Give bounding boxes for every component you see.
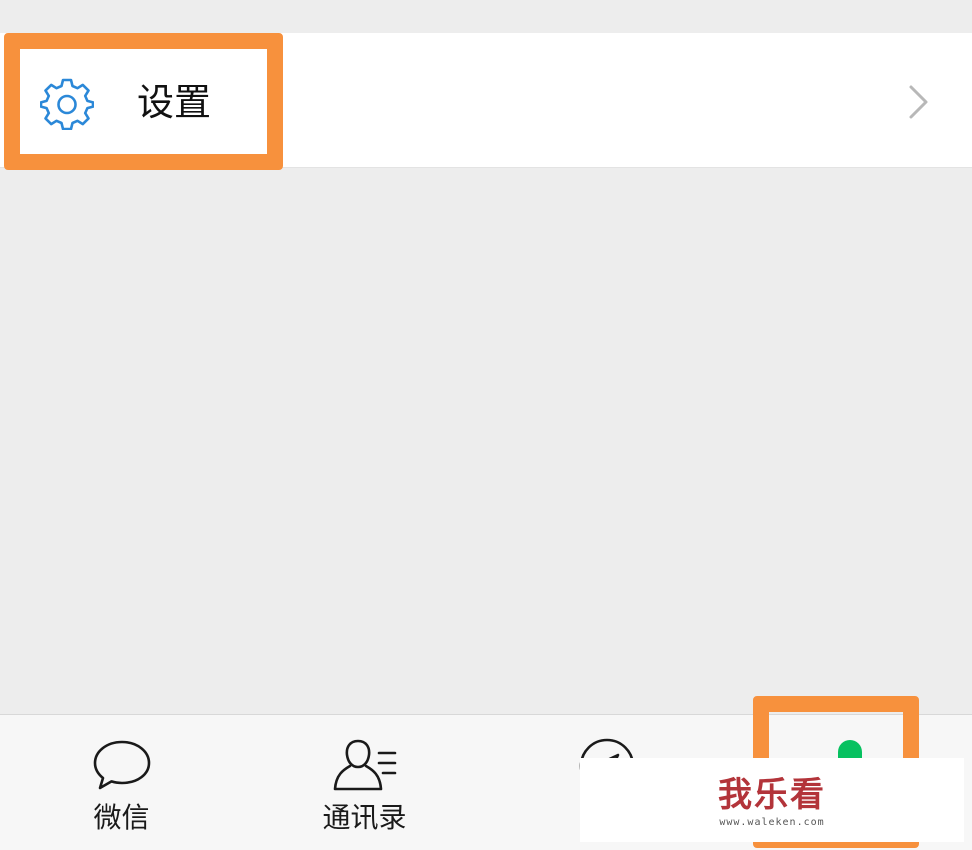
watermark-logo: 我乐看 xyxy=(718,775,826,815)
top-spacer xyxy=(0,0,972,33)
watermark-url: www.waleken.com xyxy=(719,817,825,828)
contacts-icon xyxy=(331,737,401,793)
tab-contacts[interactable]: 通讯录 xyxy=(243,715,486,850)
tab-wechat[interactable]: 微信 xyxy=(0,715,243,850)
tab-label-wechat: 微信 xyxy=(93,801,150,834)
settings-highlight-box xyxy=(4,33,283,170)
tab-label-contacts: 通讯录 xyxy=(322,801,407,834)
chat-bubble-icon xyxy=(92,739,152,791)
watermark: 我乐看 www.waleken.com xyxy=(580,758,964,842)
chevron-right-icon xyxy=(906,84,932,120)
